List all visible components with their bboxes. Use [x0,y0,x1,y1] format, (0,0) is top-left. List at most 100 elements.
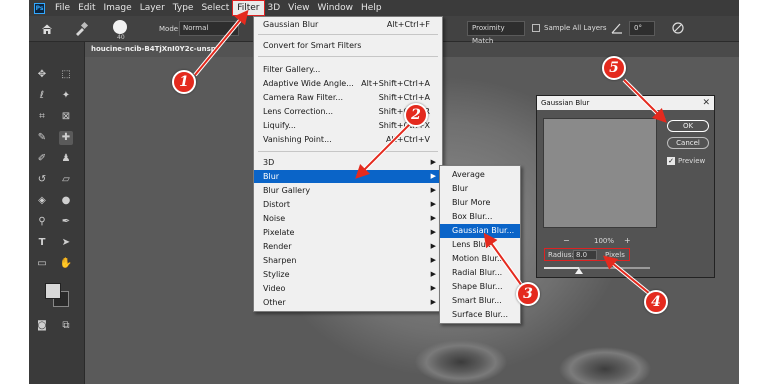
menu-item-pixelate[interactable]: Pixelate ▶ [254,226,442,239]
menu-3d[interactable]: 3D [264,1,285,15]
menu-item-stylize[interactable]: Stylize ▶ [254,268,442,281]
pressure-size-icon[interactable] [671,21,685,35]
menu-file[interactable]: File [51,1,74,15]
gaussian-blur-dialog: Gaussian Blur ✕ OK Cancel ✓ Preview − 10… [536,95,715,278]
menu-select[interactable]: Select [197,1,233,15]
blur-item-blur[interactable]: Blur [440,182,520,196]
blur-item-gaussian-blur[interactable]: Gaussian Blur... [440,224,520,238]
quick-mask-icon[interactable]: ◙ [35,319,49,333]
menu-item-adaptive-wide-angle[interactable]: Adaptive Wide Angle... Alt+Shift+Ctrl+A [254,77,442,90]
menu-view[interactable]: View [284,1,313,15]
blur-item-average[interactable]: Average [440,168,520,182]
menu-item-smart-filters[interactable]: Convert for Smart Filters [254,39,442,52]
blur-tool-icon[interactable]: ● [59,194,73,208]
menu-item-distort[interactable]: Distort ▶ [254,198,442,211]
menu-item-label: Pixelate [263,228,295,237]
menu-item-video[interactable]: Video ▶ [254,282,442,295]
move-tool-icon[interactable]: ✥ [35,68,49,82]
rectangle-tool-icon[interactable]: ▭ [35,257,49,271]
menu-item-last-filter[interactable]: Gaussian Blur Alt+Ctrl+F [254,18,442,31]
menu-layer[interactable]: Layer [136,1,169,15]
menu-item-other[interactable]: Other ▶ [254,296,442,309]
mode-select[interactable]: Normal [179,21,239,36]
marquee-tool-icon[interactable]: ⬚ [59,68,73,82]
proximity-match-option[interactable]: Proximity Match [467,21,525,45]
blur-item-blur-more[interactable]: Blur More [440,196,520,210]
zoom-in-icon[interactable]: + [624,236,631,245]
brush-preset-picker[interactable] [113,20,127,34]
crop-tool-icon[interactable]: ⌗ [35,110,49,124]
menu-item-shortcut: Alt+Ctrl+F [386,20,430,29]
radius-unit-label: Pixels [605,251,625,259]
annotation-badge-1: 1 [172,70,196,94]
blur-item-smart-blur[interactable]: Smart Blur... [440,294,520,308]
foreground-color-swatch[interactable] [45,283,61,299]
menu-image[interactable]: Image [100,1,136,15]
blur-item-surface-blur[interactable]: Surface Blur... [440,308,520,322]
cancel-button[interactable]: Cancel [667,137,709,149]
menu-item-shortcut: Alt+Ctrl+V [386,135,430,144]
ok-button[interactable]: OK [667,120,709,132]
sample-all-layers-checkbox[interactable] [532,24,540,32]
preview-checkbox[interactable]: ✓ [667,157,675,165]
blur-item-box-blur[interactable]: Box Blur... [440,210,520,224]
hand-tool-icon[interactable]: ✋ [59,257,73,271]
blur-item-shape-blur[interactable]: Shape Blur... [440,280,520,294]
paint-bucket-tool-icon[interactable]: ◈ [35,194,49,208]
type-tool-icon[interactable]: T [35,236,49,250]
blur-item-motion-blur[interactable]: Motion Blur... [440,252,520,266]
radius-slider-track[interactable] [544,267,650,269]
menu-item-render[interactable]: Render ▶ [254,240,442,253]
submenu-arrow-icon: ▶ [430,242,436,250]
menu-window[interactable]: Window [314,1,358,15]
menu-item-blur-gallery[interactable]: Blur Gallery ▶ [254,184,442,197]
radius-slider-fill [544,267,579,269]
menu-bar: Ps File Edit Image Layer Type Select Fil… [29,0,739,16]
blur-item-lens-blur[interactable]: Lens Blur... [440,238,520,252]
menu-item-label: Other [263,298,286,307]
history-brush-tool-icon[interactable]: ↺ [35,173,49,187]
pen-tool-icon[interactable]: ✒ [59,215,73,229]
eraser-tool-icon[interactable]: ▱ [59,173,73,187]
menu-item-camera-raw[interactable]: Camera Raw Filter... Shift+Ctrl+A [254,91,442,104]
clone-stamp-tool-icon[interactable]: ♟ [59,152,73,166]
submenu-arrow-icon: ▶ [430,256,436,264]
menu-item-vanishing-point[interactable]: Vanishing Point... Alt+Ctrl+V [254,133,442,146]
brush-tool-icon[interactable]: ✐ [35,152,49,166]
menu-item-filter-gallery[interactable]: Filter Gallery... [254,63,442,76]
submenu-arrow-icon: ▶ [430,228,436,236]
menu-edit[interactable]: Edit [74,1,99,15]
home-icon[interactable] [41,23,53,35]
frame-tool-icon[interactable]: ⊠ [59,110,73,124]
zoom-out-icon[interactable]: − [563,236,570,245]
menu-item-3d[interactable]: 3D ▶ [254,156,442,169]
blur-item-radial-blur[interactable]: Radial Blur... [440,266,520,280]
menu-filter[interactable]: Filter [232,0,265,16]
angle-input[interactable]: 0° [629,21,655,36]
menu-item-sharpen[interactable]: Sharpen ▶ [254,254,442,267]
close-icon[interactable]: ✕ [702,96,710,110]
menu-type[interactable]: Type [169,1,198,15]
menu-help[interactable]: Help [357,1,386,15]
menu-item-noise[interactable]: Noise ▶ [254,212,442,225]
spot-healing-brush-icon[interactable] [73,21,89,37]
healing-brush-tool-icon[interactable]: ✚ [59,131,73,145]
magic-wand-tool-icon[interactable]: ✦ [59,89,73,103]
document-tab[interactable]: houcine-ncib-B4TjXnI0Y2c-unspl [85,42,265,57]
lasso-tool-icon[interactable]: ℓ [35,89,49,103]
menu-item-label: Sharpen [263,256,297,265]
menu-item-label: Vanishing Point... [263,135,332,144]
preview-area[interactable] [543,118,657,228]
dodge-tool-icon[interactable]: ⚲ [35,215,49,229]
menu-item-shortcut: Shift+Ctrl+A [378,93,430,102]
screen-mode-icon[interactable]: ⧉ [59,319,73,333]
eyedropper-tool-icon[interactable]: ✎ [35,131,49,145]
menu-item-blur[interactable]: Blur ▶ [254,170,442,183]
path-selection-tool-icon[interactable]: ➤ [59,236,73,250]
menu-item-label: Filter Gallery... [263,65,321,74]
menu-item-label: Blur Gallery [263,186,311,195]
radius-slider-thumb[interactable] [574,268,583,274]
radius-input[interactable]: 8.0 [573,250,597,260]
menu-item-label: Blur [263,172,280,181]
dialog-titlebar[interactable]: Gaussian Blur ✕ [537,96,714,110]
